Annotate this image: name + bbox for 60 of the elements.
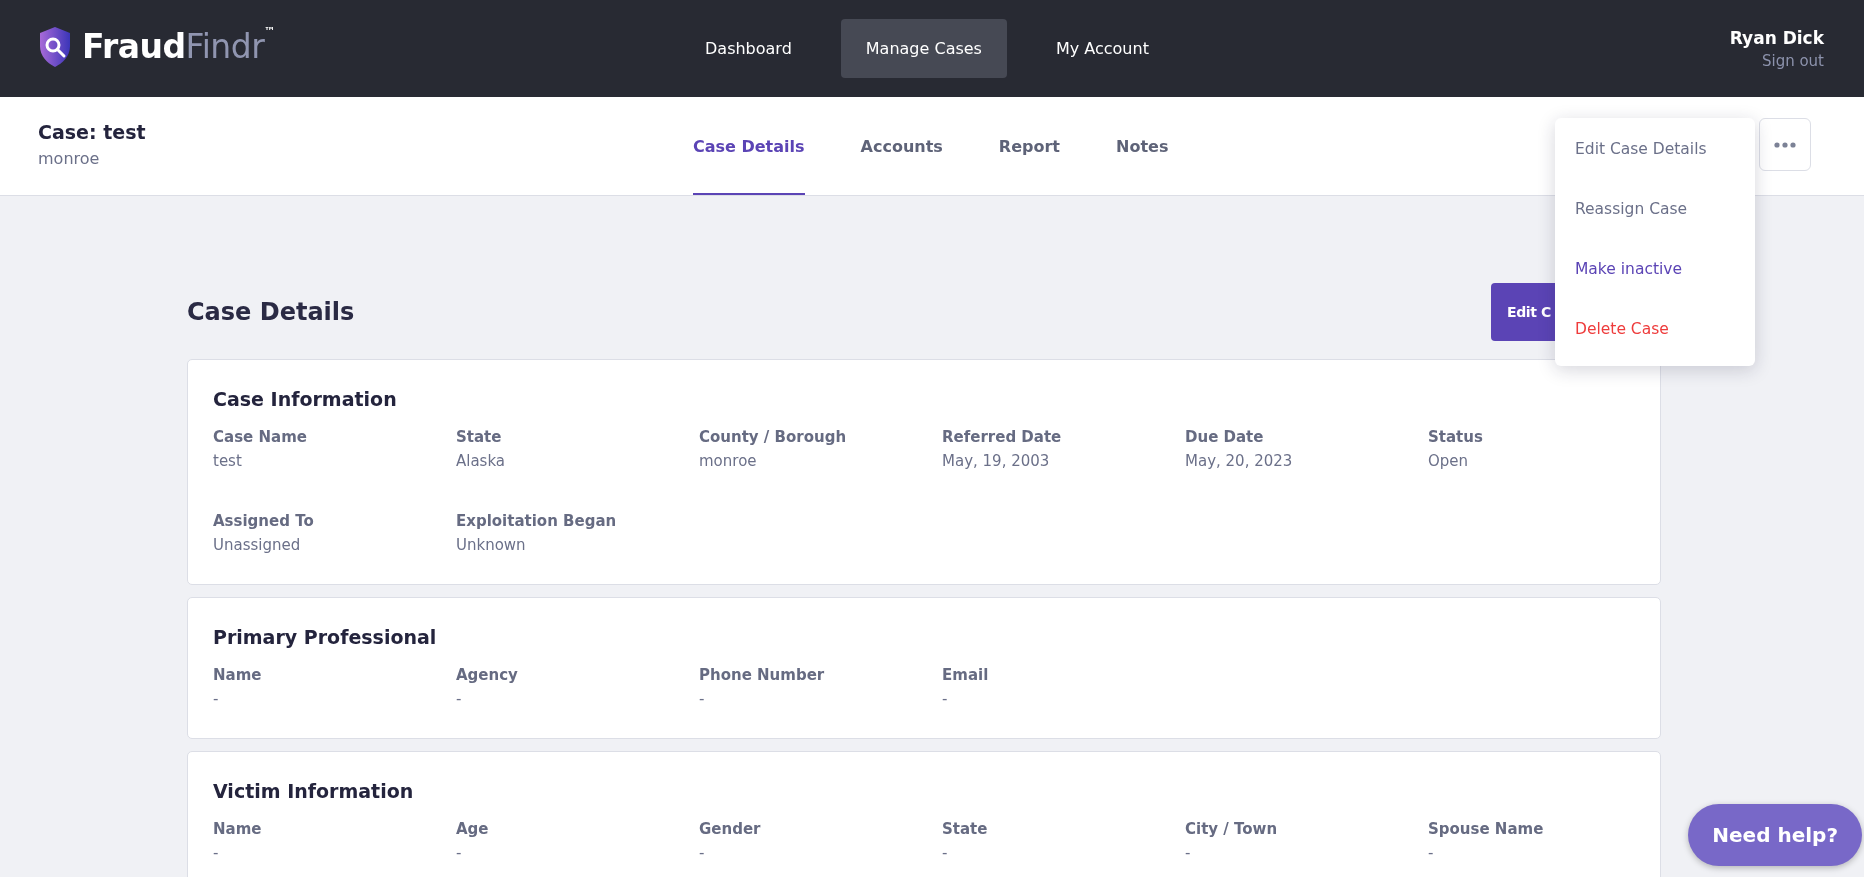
section-title: Victim Information: [213, 780, 415, 802]
field-value: -: [1428, 844, 1435, 862]
sign-out-link[interactable]: Sign out: [1761, 51, 1824, 70]
page-title: Case Details: [187, 298, 355, 326]
field-label: State: [456, 428, 503, 446]
tab[interactable]: Case Details: [693, 97, 805, 195]
field-label: Spouse Name: [1428, 820, 1545, 838]
section-title: Case Information: [213, 388, 398, 410]
field-label: Agency: [456, 666, 519, 684]
user-name: Ryan Dick: [1729, 27, 1824, 48]
nav-link[interactable]: My Account: [1030, 19, 1174, 78]
tab[interactable]: Notes: [1116, 97, 1169, 195]
field-label: Status: [1428, 428, 1484, 446]
field-label: Phone Number: [699, 666, 826, 684]
field-label: Age: [456, 820, 490, 838]
field-value: -: [213, 844, 220, 862]
field-value: May, 19, 2003: [942, 452, 1051, 470]
field-label: Name: [213, 820, 263, 838]
field-label: Gender: [699, 820, 762, 838]
field-value: -: [942, 844, 949, 862]
tab[interactable]: Accounts: [860, 97, 943, 195]
field-label: Referred Date: [942, 428, 1063, 446]
field-label: Exploitation Began: [456, 512, 618, 530]
field-value: Unassigned: [213, 536, 302, 554]
field-label: City / Town: [1185, 820, 1279, 838]
field-value: -: [942, 690, 949, 708]
field-value: May, 20, 2023: [1185, 452, 1294, 470]
field-value: -: [456, 844, 463, 862]
case-title: Case: test: [38, 120, 147, 143]
field-value: Alaska: [456, 452, 507, 470]
field-label: Assigned To: [213, 512, 315, 530]
field-value: monroe: [699, 452, 758, 470]
shield-search-icon: [38, 25, 72, 68]
field-value: -: [699, 690, 706, 708]
case-subtitle: monroe: [38, 148, 101, 168]
field-label: State: [942, 820, 989, 838]
menu-item[interactable]: Reassign Case: [1555, 180, 1755, 240]
field-value: Open: [1428, 452, 1470, 470]
menu-item[interactable]: Make inactive: [1555, 240, 1755, 300]
field-label: Due Date: [1185, 428, 1265, 446]
field-label: County / Borough: [699, 428, 848, 446]
nav-link[interactable]: Dashboard: [680, 19, 817, 78]
help-button[interactable]: Need help?: [1688, 804, 1862, 866]
field-value: -: [213, 690, 220, 708]
field-label: Case Name: [213, 428, 308, 446]
menu-item[interactable]: Delete Case: [1555, 300, 1755, 360]
section-title: Primary Professional: [213, 626, 438, 648]
field-value: -: [456, 690, 463, 708]
field-value: -: [699, 844, 706, 862]
field-label: Name: [213, 666, 263, 684]
menu-item[interactable]: Edit Case Details: [1555, 120, 1755, 180]
field-value: test: [213, 452, 243, 470]
field-value: -: [1185, 844, 1192, 862]
more-options-button[interactable]: [1759, 118, 1811, 171]
tab[interactable]: Report: [998, 97, 1060, 195]
nav-link[interactable]: Manage Cases: [840, 19, 1007, 78]
field-label: Email: [942, 666, 990, 684]
more-icon: [1774, 141, 1796, 148]
field-value: Unknown: [456, 536, 527, 554]
brand-logo: FraudFindr$^{™}$: [82, 27, 275, 66]
